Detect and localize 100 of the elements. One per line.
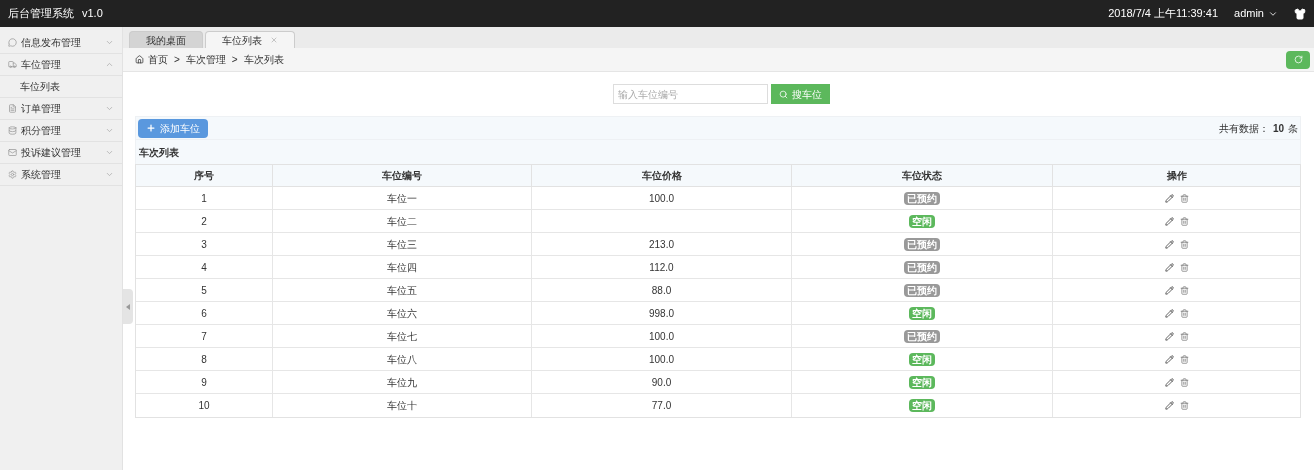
- breadcrumb-separator: >: [231, 53, 238, 67]
- app-title: 后台管理系统: [8, 6, 74, 22]
- total-count: 10: [1272, 121, 1284, 136]
- refresh-button[interactable]: [1286, 50, 1310, 69]
- table-cell: 车位五: [273, 279, 532, 301]
- table-cell: 100.0: [532, 325, 792, 347]
- column-header: 车位价格: [532, 165, 792, 186]
- chevron-down-icon: [105, 148, 114, 157]
- status-label: 空闲: [909, 375, 935, 389]
- edit-icon[interactable]: [1164, 285, 1174, 295]
- table-cell: 车位七: [273, 325, 532, 347]
- breadcrumb-link[interactable]: 车次列表: [243, 52, 284, 67]
- edit-icon[interactable]: [1164, 308, 1174, 318]
- edit-icon[interactable]: [1164, 331, 1174, 341]
- table-cell: 车位一: [273, 187, 532, 209]
- shirt-icon[interactable]: [1294, 7, 1306, 20]
- table-cell: 88.0: [532, 279, 792, 301]
- breadcrumb-link[interactable]: 车次管理: [185, 52, 226, 67]
- table-cell: 10: [136, 394, 273, 417]
- total-label: 共有数据：: [1218, 121, 1269, 136]
- submenu-item[interactable]: 车位列表: [0, 76, 122, 98]
- table-cell: 213.0: [532, 233, 792, 255]
- edit-icon[interactable]: [1164, 377, 1174, 387]
- table-cell: 车位三: [273, 233, 532, 255]
- search-field[interactable]: 输入车位编号: [613, 84, 768, 104]
- status-label: 空闲: [909, 352, 935, 366]
- database-icon: [8, 126, 17, 135]
- status-label: 空闲: [909, 306, 935, 320]
- chevron-down-icon: [105, 126, 114, 135]
- version-label: v1.0: [82, 6, 103, 22]
- delete-icon[interactable]: [1179, 285, 1189, 295]
- table-cell: 1: [136, 187, 273, 209]
- plus-icon: [146, 123, 156, 133]
- menu-label: 系统管理: [21, 168, 62, 182]
- delete-icon[interactable]: [1179, 216, 1189, 226]
- edit-icon[interactable]: [1164, 193, 1174, 203]
- delete-icon[interactable]: [1179, 354, 1189, 364]
- table-cell: 998.0: [532, 302, 792, 324]
- sidebar-item[interactable]: 信息发布管理: [0, 32, 122, 54]
- edit-icon[interactable]: [1164, 216, 1174, 226]
- delete-icon[interactable]: [1179, 331, 1189, 341]
- edit-icon[interactable]: [1164, 262, 1174, 272]
- table-cell: 车位六: [273, 302, 532, 324]
- status-label: 空闲: [909, 399, 935, 412]
- column-header: 车位状态: [792, 165, 1053, 186]
- total-unit: 条: [1288, 121, 1298, 136]
- table-cell: 车位二: [273, 210, 532, 232]
- table-cell: 77.0: [532, 394, 792, 417]
- delete-icon[interactable]: [1179, 193, 1189, 203]
- table-cell: 车位八: [273, 348, 532, 370]
- datetime-label: 2018/7/4 上午11:39:41: [1108, 6, 1219, 22]
- sidebar-item[interactable]: 系统管理: [0, 164, 122, 186]
- menu-label: 投诉建议管理: [21, 146, 82, 160]
- delete-icon[interactable]: [1179, 239, 1189, 249]
- table-cell: 7: [136, 325, 273, 347]
- tab[interactable]: 车位列表: [205, 31, 295, 48]
- chevron-down-icon: [105, 170, 114, 179]
- chevron-up-icon: [105, 60, 114, 69]
- table-cell: 2: [136, 210, 273, 232]
- sidebar-item[interactable]: 积分管理: [0, 120, 122, 142]
- mail-icon: [8, 148, 17, 157]
- sidebar-collapse-handle[interactable]: [123, 289, 133, 324]
- table-cell: 3: [136, 233, 273, 255]
- status-label: 已预约: [904, 283, 940, 297]
- breadcrumb-separator: >: [174, 53, 180, 67]
- refresh-icon: [1293, 55, 1303, 64]
- menu-label: 车位管理: [21, 58, 62, 72]
- close-icon[interactable]: [270, 36, 278, 44]
- column-header: 序号: [136, 165, 273, 186]
- table-cell: 90.0: [532, 371, 792, 393]
- table-cell: 车位十: [273, 394, 532, 417]
- sidebar-item[interactable]: 投诉建议管理: [0, 142, 122, 164]
- menu-label: 积分管理: [21, 124, 62, 138]
- menu-label: 订单管理: [21, 102, 62, 116]
- delete-icon[interactable]: [1179, 262, 1189, 272]
- document-icon: [8, 104, 17, 113]
- table-cell: 车位四: [273, 256, 532, 278]
- status-label: 已预约: [904, 191, 940, 205]
- table-cell: 车位九: [273, 371, 532, 393]
- edit-icon[interactable]: [1164, 401, 1174, 410]
- chat-bubble-icon: [8, 38, 17, 47]
- chevron-down-icon: [105, 104, 114, 113]
- column-header: 车位编号: [273, 165, 532, 186]
- breadcrumb-link[interactable]: 首页: [148, 52, 168, 67]
- sidebar-item[interactable]: 订单管理: [0, 98, 122, 120]
- table-cell: 112.0: [532, 256, 792, 278]
- delete-icon[interactable]: [1179, 308, 1189, 318]
- table-cell: 9: [136, 371, 273, 393]
- table-caption: 车次列表: [135, 140, 1301, 164]
- status-label: 已预约: [904, 260, 940, 274]
- menu-label: 信息发布管理: [21, 36, 82, 50]
- chevron-down-icon: [105, 38, 114, 47]
- sidebar-item[interactable]: 车位管理: [0, 54, 122, 76]
- delete-icon[interactable]: [1179, 377, 1189, 387]
- edit-icon[interactable]: [1164, 354, 1174, 364]
- user-menu[interactable]: admin: [1234, 5, 1278, 22]
- table-cell: 4: [136, 256, 273, 278]
- tab[interactable]: 我的桌面: [129, 31, 203, 48]
- edit-icon[interactable]: [1164, 239, 1174, 249]
- delete-icon[interactable]: [1179, 401, 1189, 410]
